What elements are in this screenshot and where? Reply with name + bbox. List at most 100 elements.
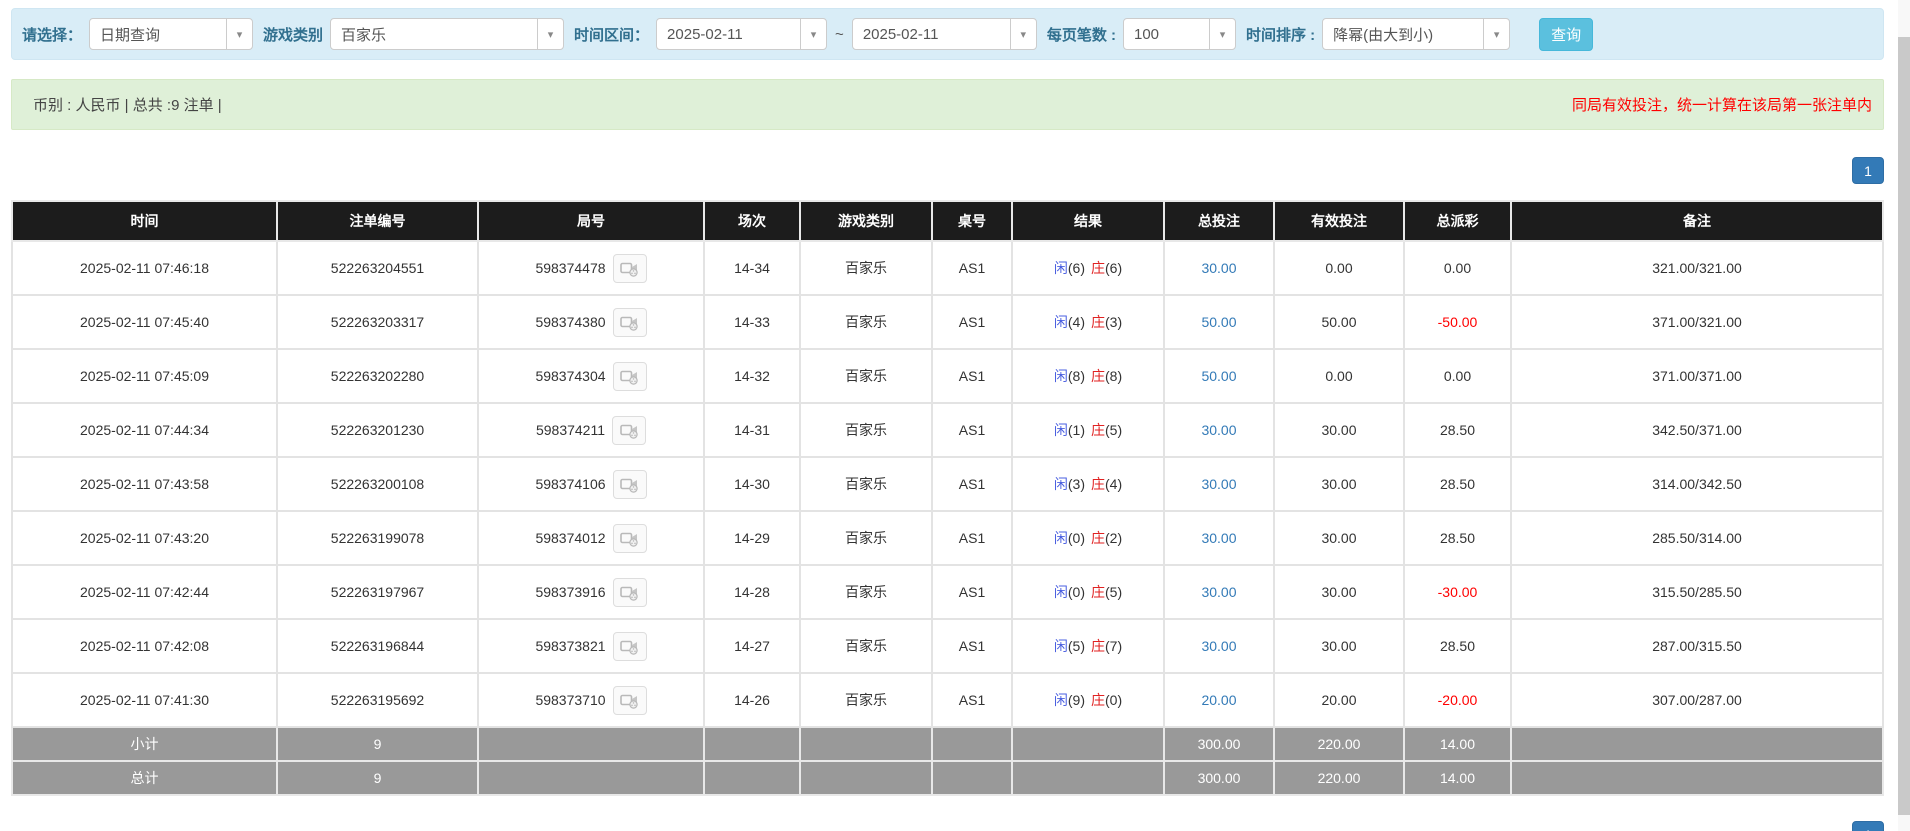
result-banker-label: 庄 [1091, 584, 1105, 600]
result-player-label: 闲 [1053, 638, 1068, 654]
total-bet-link[interactable]: 30.00 [1201, 638, 1236, 654]
subtotal-payout: 14.00 [1403, 726, 1512, 762]
result-banker-label: 庄 [1091, 422, 1105, 438]
result-player-label: 闲 [1053, 260, 1068, 276]
page-size-label: 每页笔数 : [1046, 26, 1116, 44]
scrollbar-thumb[interactable] [1898, 37, 1910, 815]
table-row: 2025-02-11 07:45:09 522263202280 5983743… [11, 348, 1884, 404]
round-id-text: 598374380 [535, 314, 606, 330]
cell-payout: 28.50 [1403, 456, 1512, 512]
cell-game: 百家乐 [799, 456, 933, 512]
header-payout: 总派彩 [1403, 200, 1512, 242]
video-replay-button[interactable] [612, 523, 647, 553]
cell-remark: 314.00/342.50 [1510, 456, 1884, 512]
result-banker-points: (7) [1105, 638, 1123, 654]
date-from-select[interactable]: 2025-02-11 ▾ [656, 18, 828, 50]
total-bet-link[interactable]: 50.00 [1201, 314, 1236, 330]
video-replay-button[interactable] [612, 685, 647, 715]
cell-game: 百家乐 [799, 240, 933, 296]
result-banker-points: (4) [1105, 476, 1123, 492]
video-replay-button[interactable] [612, 631, 647, 661]
vertical-scrollbar[interactable] [1898, 0, 1910, 831]
game-category-select[interactable]: 百家乐 ▾ [330, 18, 565, 50]
page-size-select[interactable]: 100 ▾ [1122, 18, 1236, 50]
cell-session: 14-26 [703, 672, 801, 728]
result-banker-label: 庄 [1091, 260, 1105, 276]
cell-bet-id: 522263195692 [276, 672, 479, 728]
total-bet-link[interactable]: 30.00 [1201, 530, 1236, 546]
cell-time: 2025-02-11 07:43:58 [11, 456, 278, 512]
cell-result: 闲(8) 庄(8) [1011, 348, 1165, 404]
cell-time: 2025-02-11 07:44:34 [11, 402, 278, 458]
header-game: 游戏类别 [799, 200, 933, 242]
query-type-select[interactable]: 日期查询 ▾ [89, 18, 254, 50]
chevron-down-icon: ▾ [1483, 19, 1509, 49]
result-banker-points: (2) [1105, 530, 1123, 546]
cell-time: 2025-02-11 07:46:18 [11, 240, 278, 296]
time-sort-select[interactable]: 降幂(由大到小) ▾ [1322, 18, 1511, 50]
valid-bet-notice: 同局有效投注，统一计算在该局第一张注单内 [1571, 97, 1872, 114]
cell-result: 闲(0) 庄(2) [1011, 510, 1165, 566]
round-id-text: 598374211 [535, 422, 606, 438]
cell-table-no: AS1 [931, 402, 1013, 458]
cell-valid-bet: 30.00 [1273, 564, 1405, 620]
cell-bet-id: 522263196844 [276, 618, 479, 674]
page-1-button[interactable]: 1 [1852, 157, 1884, 184]
pagination-bottom: 1 [11, 821, 1884, 831]
cell-result: 闲(3) 庄(4) [1011, 456, 1165, 512]
cell-time: 2025-02-11 07:42:44 [11, 564, 278, 620]
cell-round-id: 598374380 [477, 294, 705, 350]
date-from-value: 2025-02-11 [667, 25, 743, 43]
table-row: 2025-02-11 07:46:18 522263204551 5983744… [11, 240, 1884, 296]
subtotal-total-bet: 300.00 [1163, 726, 1275, 762]
cell-table-no: AS1 [931, 348, 1013, 404]
total-bet-link[interactable]: 50.00 [1201, 368, 1236, 384]
video-camera-icon [620, 478, 638, 493]
cell-game: 百家乐 [799, 402, 933, 458]
result-player-label: 闲 [1053, 692, 1068, 708]
cell-bet-id: 522263203317 [276, 294, 479, 350]
result-player-points: (4) [1067, 314, 1085, 330]
total-bet-link[interactable]: 30.00 [1201, 584, 1236, 600]
cell-game: 百家乐 [799, 510, 933, 566]
table-row: 2025-02-11 07:45:40 522263203317 5983743… [11, 294, 1884, 350]
video-camera-icon [620, 586, 638, 601]
cell-bet-id: 522263204551 [276, 240, 479, 296]
table-row: 2025-02-11 07:42:44 522263197967 5983739… [11, 564, 1884, 620]
range-tilde: ~ [835, 25, 844, 43]
round-id-text: 598373710 [535, 692, 606, 708]
video-replay-button[interactable] [612, 577, 647, 607]
header-total-bet: 总投注 [1163, 200, 1275, 242]
result-banker-points: (5) [1105, 584, 1123, 600]
video-replay-button[interactable] [612, 469, 647, 499]
cell-game: 百家乐 [799, 564, 933, 620]
search-button[interactable]: 查询 [1539, 17, 1594, 51]
cell-session: 14-33 [703, 294, 801, 350]
cell-result: 闲(0) 庄(5) [1011, 564, 1165, 620]
total-bet-link[interactable]: 30.00 [1201, 260, 1236, 276]
total-label: 总计 [11, 760, 278, 796]
video-replay-button[interactable] [612, 361, 647, 391]
table-row: 2025-02-11 07:44:34 522263201230 5983742… [11, 402, 1884, 458]
table-header: 时间 注单编号 局号 场次 游戏类别 桌号 结果 总投注 有效投注 总派彩 备注 [11, 200, 1884, 242]
page-1-button[interactable]: 1 [1852, 821, 1884, 831]
cell-session: 14-32 [703, 348, 801, 404]
total-bet-link[interactable]: 30.00 [1201, 476, 1236, 492]
total-bet-link[interactable]: 20.00 [1201, 692, 1236, 708]
cell-table-no: AS1 [931, 618, 1013, 674]
result-banker-label: 庄 [1091, 530, 1105, 546]
cell-payout: 0.00 [1403, 348, 1512, 404]
video-replay-button[interactable] [612, 415, 647, 445]
date-to-select[interactable]: 2025-02-11 ▾ [851, 18, 1037, 50]
cell-result: 闲(4) 庄(3) [1011, 294, 1165, 350]
result-player-label: 闲 [1053, 476, 1068, 492]
video-replay-button[interactable] [612, 307, 647, 337]
video-replay-button[interactable] [612, 253, 647, 283]
video-camera-icon [620, 694, 638, 709]
cell-result: 闲(6) 庄(6) [1011, 240, 1165, 296]
result-banker-points: (3) [1105, 314, 1123, 330]
total-bet-link[interactable]: 30.00 [1201, 422, 1236, 438]
cell-bet-id: 522263202280 [276, 348, 479, 404]
query-type-value: 日期查询 [100, 26, 161, 44]
chevron-down-icon: ▾ [537, 19, 563, 49]
